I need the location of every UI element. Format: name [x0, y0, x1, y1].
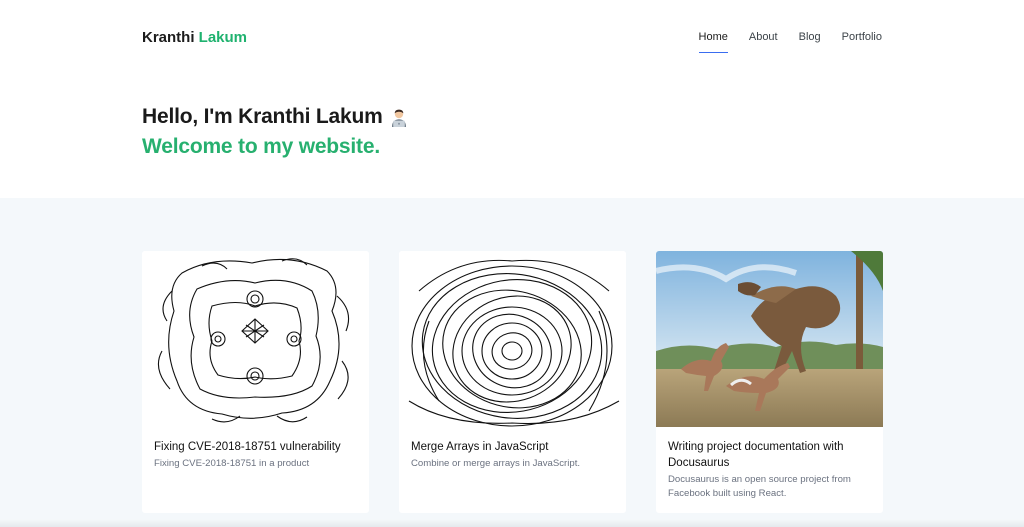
post-description: Combine or merge arrays in JavaScript. — [411, 458, 581, 469]
main-nav: Home About Blog Portfolio — [698, 31, 882, 53]
post-title[interactable]: Writing project documentation with Docus… — [668, 439, 871, 471]
technologist-icon — [391, 109, 406, 127]
scribble-spiral-image — [399, 251, 626, 427]
post-description: Fixing CVE-2018-18751 in a product — [154, 458, 310, 469]
site-logo[interactable]: Kranthi Lakum — [142, 29, 247, 46]
hero-heading: Hello, I'm Kranthi Lakum — [142, 102, 409, 132]
post-card-body: Merge Arrays in JavaScript Combine or me… — [399, 427, 626, 483]
nav-blog[interactable]: Blog — [799, 31, 821, 43]
nav-about[interactable]: About — [749, 31, 778, 43]
post-cards: Fixing CVE-2018-18751 vulnerability Fixi… — [142, 251, 883, 513]
post-card[interactable]: Fixing CVE-2018-18751 vulnerability Fixi… — [142, 251, 369, 513]
hero-greeting: Hello, I'm Kranthi Lakum — [142, 105, 383, 128]
dinosaurs-image — [656, 251, 883, 427]
nav-portfolio[interactable]: Portfolio — [842, 31, 882, 43]
hero: Hello, I'm Kranthi Lakum Welcome to my w… — [142, 102, 409, 162]
abstract-line-art-image — [142, 251, 369, 427]
logo-first-name: Kranthi — [142, 29, 195, 46]
post-card-body: Writing project documentation with Docus… — [656, 427, 883, 513]
logo-last-name: Lakum — [198, 29, 248, 46]
post-title[interactable]: Merge Arrays in JavaScript — [411, 439, 614, 455]
post-card-body: Fixing CVE-2018-18751 vulnerability Fixi… — [142, 427, 369, 483]
nav-home[interactable]: Home — [698, 31, 729, 53]
posts-section: Fixing CVE-2018-18751 vulnerability Fixi… — [0, 198, 1024, 527]
post-description: Docusaurus is an open source project fro… — [668, 474, 851, 499]
site-header: Kranthi Lakum Home About Blog Portfolio — [0, 0, 1024, 75]
post-card[interactable]: Merge Arrays in JavaScript Combine or me… — [399, 251, 626, 513]
post-title[interactable]: Fixing CVE-2018-18751 vulnerability — [154, 439, 357, 455]
bottom-shadow — [0, 519, 1024, 527]
hero-subheading: Welcome to my website. — [142, 135, 380, 158]
post-card[interactable]: Writing project documentation with Docus… — [656, 251, 883, 513]
